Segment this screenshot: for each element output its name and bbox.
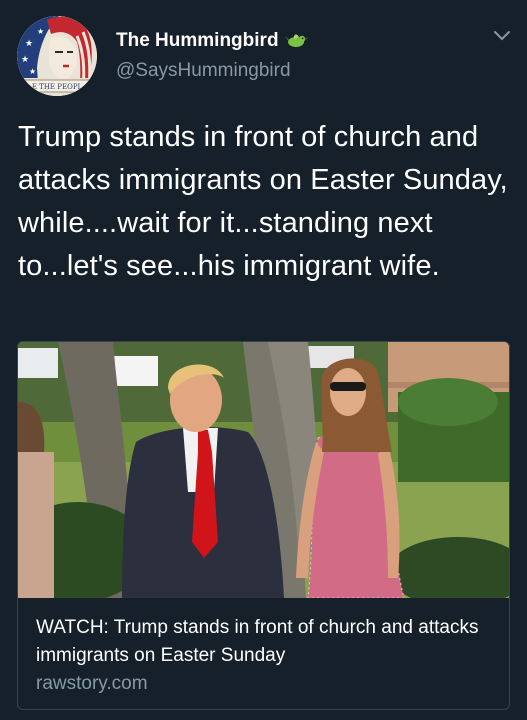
svg-text:★: ★	[29, 67, 36, 76]
author-handle[interactable]: @SaysHummingbird	[116, 60, 291, 82]
svg-text:★: ★	[37, 27, 44, 36]
svg-text:★: ★	[21, 55, 29, 65]
tweet: ★ ★ ★ ★ E THE PEOPL The Hummingbird @Say…	[0, 0, 527, 720]
we-the-people-avatar-image: ★ ★ ★ ★ E THE PEOPL	[17, 16, 97, 96]
card-title: WATCH: Trump stands in front of church a…	[36, 617, 479, 666]
avatar-caption: E THE PEOPL	[32, 83, 83, 91]
card-domain: rawstory.com	[36, 673, 148, 694]
card-image	[18, 342, 509, 598]
avatar[interactable]: ★ ★ ★ ★ E THE PEOPL	[17, 16, 97, 96]
hummingbird-emoji-icon	[284, 34, 309, 47]
chevron-down-icon[interactable]	[491, 28, 513, 44]
svg-text:★: ★	[25, 39, 33, 49]
link-preview-card[interactable]: WATCH: Trump stands in front of church a…	[17, 341, 510, 710]
display-name-text: The Hummingbird	[116, 30, 279, 51]
author-display-name[interactable]: The Hummingbird	[116, 30, 309, 52]
tweet-text: Trump stands in front of church and atta…	[18, 121, 508, 282]
